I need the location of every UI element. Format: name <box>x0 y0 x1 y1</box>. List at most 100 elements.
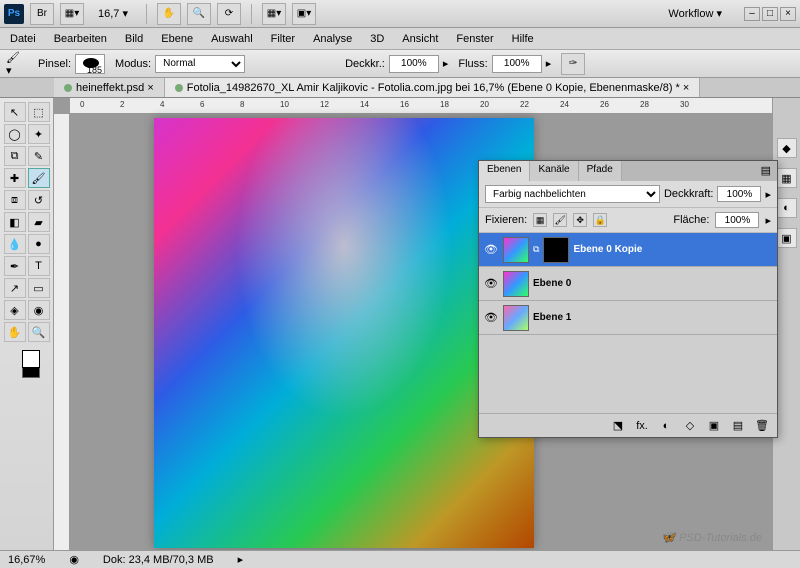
current-tool-icon[interactable]: 🖌 ▾ <box>6 55 28 73</box>
layer-blend-mode-select[interactable]: Farbig nachbelichten <box>485 185 660 203</box>
stamp-tool[interactable]: ⧈ <box>4 190 26 210</box>
foreground-color-swatch[interactable] <box>22 350 40 368</box>
panel-menu-icon[interactable]: ▤ <box>755 161 777 181</box>
layer-mask-icon[interactable]: ◐ <box>657 418 675 434</box>
horizontal-ruler[interactable]: 0 2 4 6 8 10 12 14 16 18 20 22 24 26 28 … <box>70 98 772 114</box>
move-tool[interactable]: ↖ <box>4 102 26 122</box>
layer-fill-input[interactable] <box>715 212 759 228</box>
lock-transparency-icon[interactable]: ▦ <box>533 213 547 227</box>
menu-3d[interactable]: 3D <box>370 33 384 45</box>
status-zoom[interactable]: 16,67% <box>8 554 45 566</box>
gradient-tool[interactable]: ▰ <box>28 212 50 232</box>
mask-thumbnail[interactable] <box>543 237 569 263</box>
zoom-dropdown[interactable]: 16,7 ▾ <box>98 7 128 20</box>
layer-name[interactable]: Ebene 1 <box>533 312 571 323</box>
menu-datei[interactable]: Datei <box>10 33 36 45</box>
arrow-icon[interactable]: ▸ <box>765 188 771 201</box>
menu-filter[interactable]: Filter <box>271 33 295 45</box>
healing-tool[interactable]: ✚ <box>4 168 26 188</box>
blur-tool[interactable]: 💧 <box>4 234 26 254</box>
vertical-ruler[interactable] <box>54 114 70 550</box>
tab-pfade[interactable]: Pfade <box>579 161 622 181</box>
arrow-icon[interactable]: ▸ <box>238 553 244 566</box>
flow-input[interactable] <box>492 55 542 73</box>
hand-tool-shortcut[interactable]: ✋ <box>157 3 181 25</box>
menu-hilfe[interactable]: Hilfe <box>512 33 534 45</box>
type-tool[interactable]: T <box>28 256 50 276</box>
delete-layer-icon[interactable]: 🗑 <box>753 418 771 434</box>
crop-tool[interactable]: ⧉ <box>4 146 26 166</box>
eraser-tool[interactable]: ◧ <box>4 212 26 232</box>
link-layers-icon[interactable]: ⬔ <box>609 418 627 434</box>
pen-tool[interactable]: ✒ <box>4 256 26 276</box>
visibility-eye-icon[interactable]: 👁 <box>483 242 499 258</box>
lock-pixels-icon[interactable]: 🖌 <box>553 213 567 227</box>
path-select-tool[interactable]: ↗ <box>4 278 26 298</box>
menu-bearbeiten[interactable]: Bearbeiten <box>54 33 107 45</box>
layers-panel-icon[interactable]: ▣ <box>777 228 797 248</box>
menu-fenster[interactable]: Fenster <box>456 33 493 45</box>
3d-camera-tool[interactable]: ◉ <box>28 300 50 320</box>
layer-thumbnail[interactable] <box>503 271 529 297</box>
layer-row[interactable]: 👁 ⧉ Ebene 0 Kopie <box>479 233 777 267</box>
menu-auswahl[interactable]: Auswahl <box>211 33 253 45</box>
wand-tool[interactable]: ✦ <box>28 124 50 144</box>
menu-analyse[interactable]: Analyse <box>313 33 352 45</box>
layer-row[interactable]: 👁 Ebene 0 <box>479 267 777 301</box>
layer-thumbnail[interactable] <box>503 237 529 263</box>
history-dropdown[interactable]: ▦▾ <box>60 3 84 25</box>
tab-kanaele[interactable]: Kanäle <box>530 161 578 181</box>
arrange-docs-button[interactable]: ▦▾ <box>262 3 286 25</box>
maximize-button[interactable]: □ <box>762 7 778 21</box>
document-tab[interactable]: Fotolia_14982670_XL Amir Kaljikovic - Fo… <box>165 78 701 97</box>
layer-style-icon[interactable]: fx. <box>633 418 651 434</box>
minimize-button[interactable]: – <box>744 7 760 21</box>
close-button[interactable]: × <box>780 7 796 21</box>
group-icon[interactable]: ▣ <box>705 418 723 434</box>
lock-position-icon[interactable]: ✥ <box>573 213 587 227</box>
brush-preset-picker[interactable]: 185 <box>75 54 105 74</box>
blend-mode-select[interactable]: Normal <box>155 55 245 73</box>
layer-name[interactable]: Ebene 0 Kopie <box>573 244 642 255</box>
color-panel-icon[interactable]: ◆ <box>777 138 797 158</box>
opacity-arrow-icon[interactable]: ▸ <box>443 57 449 70</box>
layer-name[interactable]: Ebene 0 <box>533 278 571 289</box>
flow-arrow-icon[interactable]: ▸ <box>546 57 552 70</box>
document-tab[interactable]: heineffekt.psd × <box>54 78 165 97</box>
status-doc-info[interactable]: Dok: 23,4 MB/70,3 MB <box>103 554 214 566</box>
lasso-tool[interactable]: ◯ <box>4 124 26 144</box>
adjustments-panel-icon[interactable]: ◐ <box>777 198 797 218</box>
menu-bild[interactable]: Bild <box>125 33 143 45</box>
swatches-panel-icon[interactable]: ▦ <box>777 168 797 188</box>
menu-ansicht[interactable]: Ansicht <box>402 33 438 45</box>
visibility-eye-icon[interactable]: 👁 <box>483 276 499 292</box>
brush-tool[interactable]: 🖌 <box>28 168 50 188</box>
visibility-eye-icon[interactable]: 👁 <box>483 310 499 326</box>
arrow-icon[interactable]: ▸ <box>765 214 771 227</box>
marquee-tool[interactable]: ⬚ <box>28 102 50 122</box>
airbrush-toggle[interactable]: ✑ <box>561 53 585 75</box>
hand-tool[interactable]: ✋ <box>4 322 26 342</box>
lock-all-icon[interactable]: 🔒 <box>593 213 607 227</box>
document-canvas[interactable] <box>154 118 534 548</box>
zoom-tool-shortcut[interactable]: 🔍 <box>187 3 211 25</box>
rotate-view-shortcut[interactable]: ⟳ <box>217 3 241 25</box>
layer-row[interactable]: 👁 Ebene 1 <box>479 301 777 335</box>
dodge-tool[interactable]: ● <box>28 234 50 254</box>
shape-tool[interactable]: ▭ <box>28 278 50 298</box>
eyedropper-tool[interactable]: ✎ <box>28 146 50 166</box>
bridge-button[interactable]: Br <box>30 3 54 25</box>
menu-ebene[interactable]: Ebene <box>161 33 193 45</box>
screen-mode-button[interactable]: ▣▾ <box>292 3 316 25</box>
3d-tool[interactable]: ◈ <box>4 300 26 320</box>
zoom-tool[interactable]: 🔍 <box>28 322 50 342</box>
brush-label: Pinsel: <box>38 58 71 70</box>
layer-thumbnail[interactable] <box>503 305 529 331</box>
workspace-switcher[interactable]: Workflow ▾ <box>662 7 728 20</box>
adjustment-layer-icon[interactable]: ◇ <box>681 418 699 434</box>
layer-opacity-input[interactable] <box>717 186 761 202</box>
history-brush-tool[interactable]: ↺ <box>28 190 50 210</box>
opacity-input[interactable] <box>389 55 439 73</box>
tab-ebenen[interactable]: Ebenen <box>479 161 530 181</box>
new-layer-icon[interactable]: ▤ <box>729 418 747 434</box>
